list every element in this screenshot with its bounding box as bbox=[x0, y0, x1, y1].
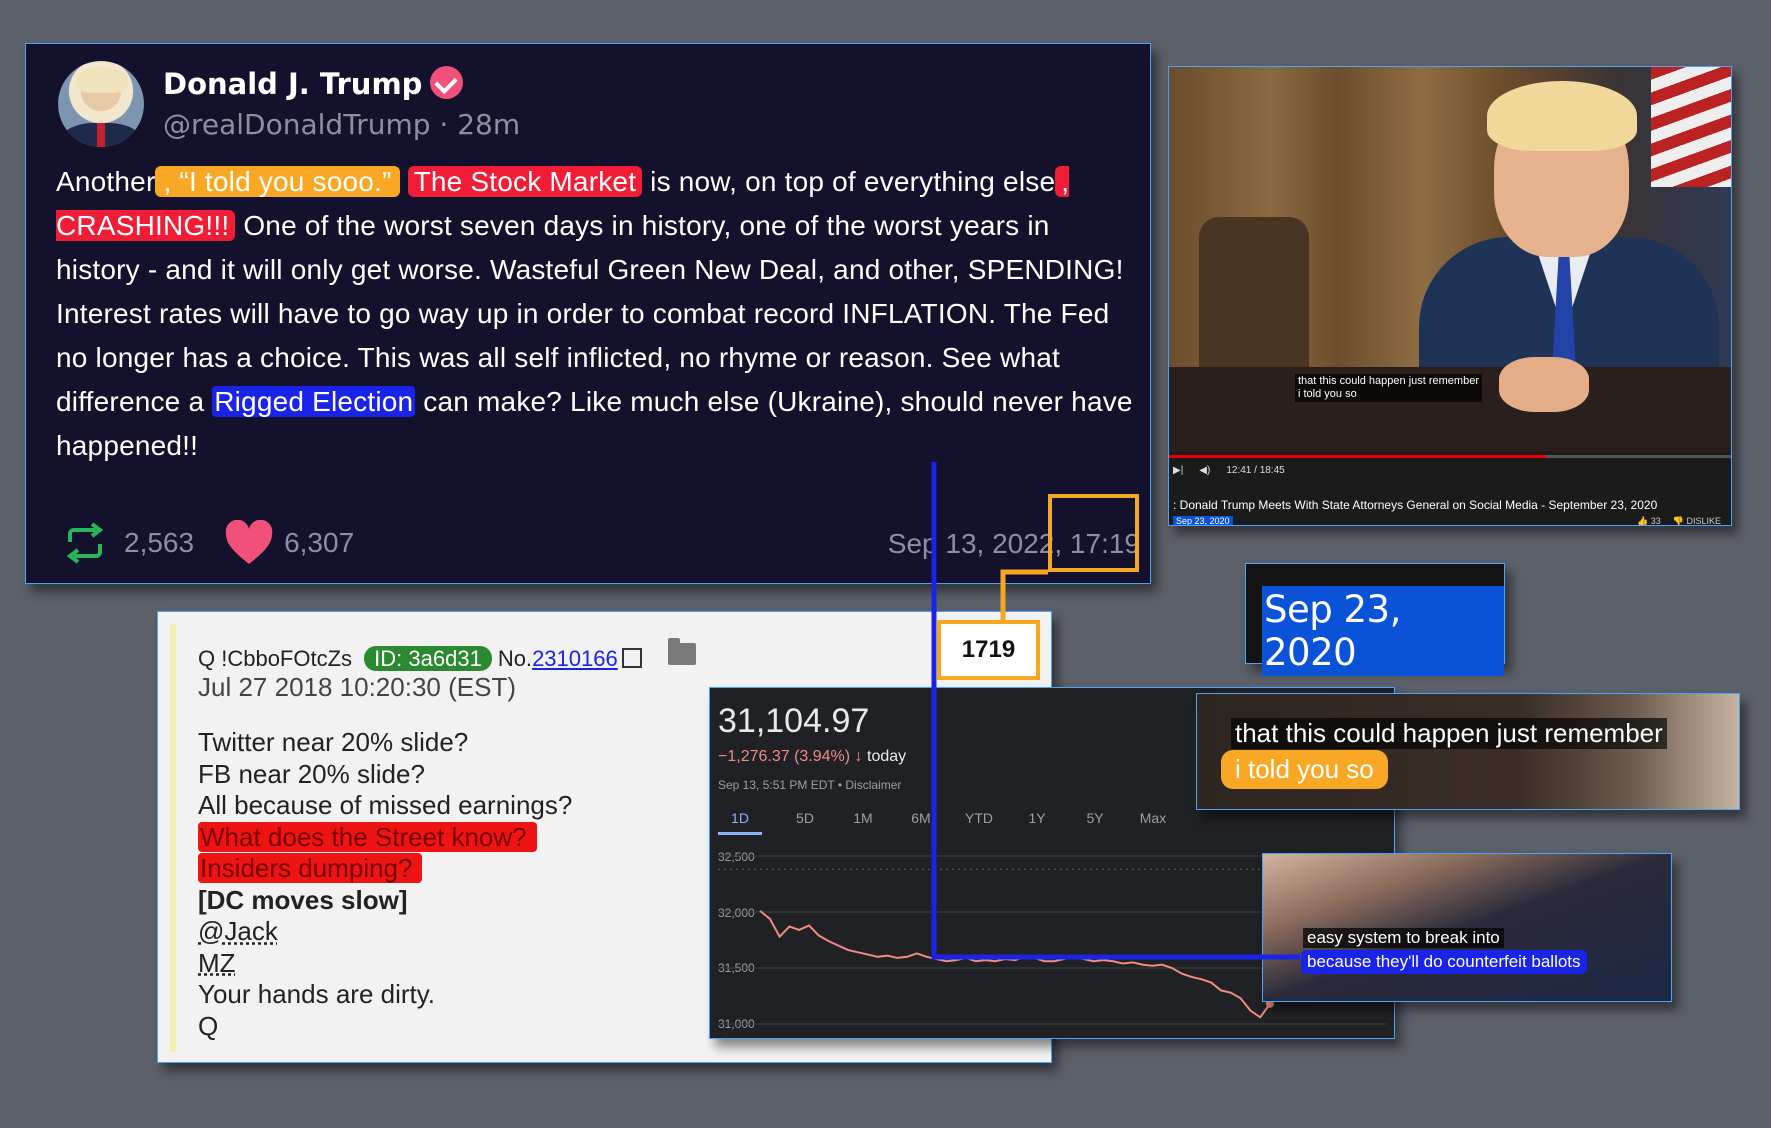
retweet-count: 2,563 bbox=[124, 527, 195, 558]
verified-badge-icon bbox=[430, 66, 464, 99]
video-progress-bar[interactable] bbox=[1169, 455, 1731, 458]
tweet-handle[interactable]: @realDonaldTrump · 28m bbox=[163, 108, 520, 141]
highlight-insiders-dumping: Insiders dumping? bbox=[198, 853, 423, 883]
video-controls: ▶| ◀) 12:41 / 18:45 bbox=[1173, 465, 1285, 476]
q-post-number-link[interactable]: 2310166 bbox=[532, 646, 618, 671]
highlight-stock-market: The Stock Market bbox=[407, 166, 643, 197]
heart-icon[interactable] bbox=[224, 520, 274, 566]
author-name-text: Donald J. Trump bbox=[163, 67, 423, 101]
highlight-told-you-so: , “I told you sooo.” bbox=[155, 166, 400, 197]
thumbs-up-icon: 👍 bbox=[1637, 516, 1649, 526]
video-time: 12:41 / 18:45 bbox=[1226, 465, 1285, 476]
subtitle-zoom-ballots: easy system to break into because they'l… bbox=[1262, 853, 1672, 1002]
time-highlight-box bbox=[1048, 494, 1139, 572]
q-no-label: No. bbox=[497, 646, 533, 671]
highlight-i-told-you-so: i told you so bbox=[1221, 750, 1388, 789]
external-link-icon[interactable] bbox=[621, 648, 642, 668]
q-line: [DC moves slow] bbox=[198, 884, 408, 915]
date-zoom-card: Sep 23, 2020 bbox=[1245, 563, 1505, 676]
q-line: Your hands are dirty. bbox=[198, 979, 436, 1009]
q-post-body: Twitter near 20% slide? FB near 20% slid… bbox=[198, 727, 658, 1042]
q-line: Twitter near 20% slide? bbox=[198, 727, 469, 757]
avatar[interactable] bbox=[58, 61, 144, 147]
highlight-counterfeit-ballots: because they'll do counterfeit ballots bbox=[1301, 950, 1587, 974]
retweet-icon[interactable] bbox=[62, 520, 108, 566]
flag-image bbox=[1651, 67, 1731, 187]
q-mention-mz: MZ bbox=[198, 947, 236, 978]
tweet-text: is now, on top of everything else bbox=[642, 166, 1056, 197]
q-signature: Q bbox=[198, 1010, 219, 1041]
dislike-label: DISLIKE bbox=[1686, 516, 1721, 526]
video-player[interactable]: that this could happen just remember i t… bbox=[1168, 66, 1732, 526]
highlight-street-know: What does the Street know? bbox=[198, 821, 537, 852]
tweet-card: Donald J. Trump @realDonaldTrump · 28m A… bbox=[25, 43, 1151, 584]
tweet-text: Another bbox=[56, 166, 156, 197]
thumbs-down-icon: 👎 bbox=[1672, 516, 1684, 526]
dislike-button[interactable]: 👎 DISLIKE bbox=[1672, 516, 1721, 526]
folder-icon[interactable] bbox=[668, 638, 696, 665]
skip-next-icon[interactable]: ▶| bbox=[1173, 465, 1183, 476]
zoom-subtitle-line: easy system to break into bbox=[1303, 928, 1504, 948]
video-title: : Donald Trump Meets With State Attorney… bbox=[1173, 498, 1658, 512]
annotation-label: 1719 bbox=[937, 620, 1040, 680]
tweet-stats: 2,563 6,307 bbox=[62, 520, 354, 566]
video-date: Sep 23, 2020 bbox=[1173, 516, 1233, 525]
tweet-body: Another, “I told you sooo.” The Stock Ma… bbox=[56, 160, 1136, 468]
video-rating: 👍 33 👎 DISLIKE bbox=[1637, 516, 1721, 526]
q-author: Q !CbboFOtcZs bbox=[198, 646, 353, 671]
like-count: 6,307 bbox=[284, 527, 355, 558]
q-post-date: Jul 27 2018 10:20:30 (EST) bbox=[198, 672, 516, 702]
q-line: FB near 20% slide? bbox=[198, 758, 425, 789]
post-rail bbox=[170, 624, 176, 1052]
zoomed-date: Sep 23, 2020 bbox=[1262, 586, 1504, 676]
q-post-header: Q !CbboFOtcZs ID: 3a6d31 No.2310166 bbox=[198, 646, 642, 672]
zoom-subtitle-line: that this could happen just remember bbox=[1231, 718, 1667, 749]
highlight-rigged-election: Rigged Election bbox=[212, 386, 416, 417]
subtitle-zoom-told-you-so: that this could happen just remember i t… bbox=[1196, 693, 1740, 810]
like-count: 33 bbox=[1650, 516, 1661, 526]
q-mention-jack: @Jack bbox=[198, 916, 278, 946]
video-subtitle: that this could happen just remember i t… bbox=[1295, 374, 1482, 402]
volume-icon[interactable]: ◀) bbox=[1199, 465, 1210, 476]
price-series-line bbox=[759, 910, 1271, 1019]
subtitle-line: i told you so bbox=[1298, 388, 1357, 400]
video-frame[interactable]: that this could happen just remember i t… bbox=[1169, 67, 1731, 452]
tweet-author-name[interactable]: Donald J. Trump bbox=[163, 66, 464, 101]
q-line: All because of missed earnings? bbox=[198, 790, 573, 820]
like-button[interactable]: 👍 33 bbox=[1637, 516, 1661, 526]
subtitle-line: that this could happen just remember bbox=[1298, 375, 1479, 387]
q-poster-id: ID: 3a6d31 bbox=[364, 646, 492, 671]
hands-image bbox=[1499, 357, 1589, 412]
